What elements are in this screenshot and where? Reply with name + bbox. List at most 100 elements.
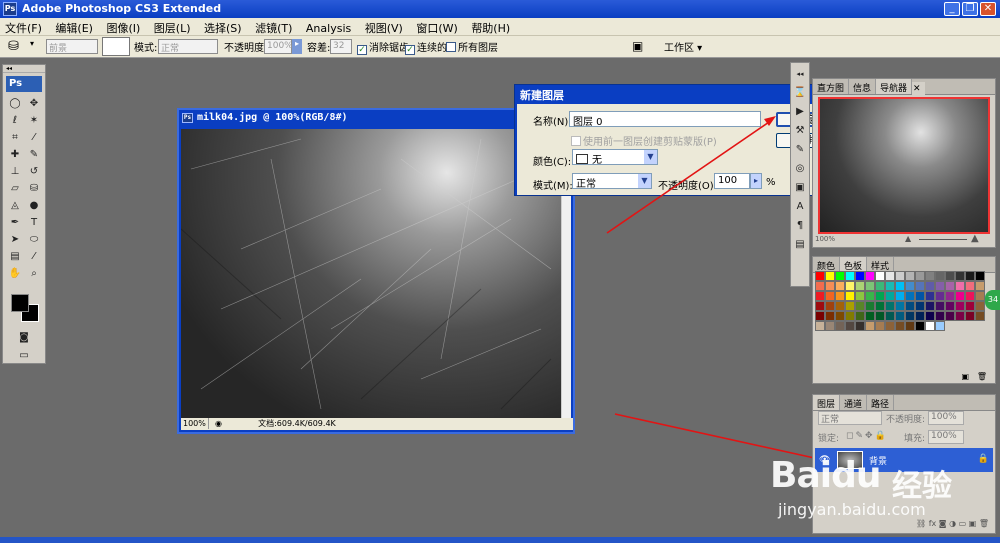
- color-swatch[interactable]: [815, 271, 825, 281]
- notes-icon[interactable]: ▤: [792, 237, 808, 253]
- color-swatch[interactable]: [965, 311, 975, 321]
- history-icon[interactable]: ⌛: [792, 85, 808, 101]
- color-swatch[interactable]: [935, 321, 945, 331]
- color-swatch[interactable]: [815, 321, 825, 331]
- tab-histogram[interactable]: 直方图: [813, 79, 850, 94]
- color-swatch[interactable]: [975, 271, 985, 281]
- actions-icon[interactable]: ▶: [792, 104, 808, 120]
- color-swatch[interactable]: [845, 291, 855, 301]
- color-swatch[interactable]: [885, 291, 895, 301]
- color-swatch[interactable]: [875, 291, 885, 301]
- color-swatch[interactable]: [815, 281, 825, 291]
- color-swatch[interactable]: [865, 311, 875, 321]
- color-swatch[interactable]: [835, 321, 845, 331]
- color-swatch[interactable]: [845, 281, 855, 291]
- color-swatch[interactable]: [945, 311, 955, 321]
- tab-channels[interactable]: 通道: [840, 395, 868, 410]
- color-swatch[interactable]: [875, 271, 885, 281]
- color-swatch[interactable]: [935, 281, 945, 291]
- color-swatch[interactable]: [925, 321, 935, 331]
- color-swatch[interactable]: [955, 291, 965, 301]
- zoom-out-icon[interactable]: ▲: [905, 234, 911, 243]
- color-swatch[interactable]: [825, 321, 835, 331]
- blend-mode-select[interactable]: 正常: [818, 411, 882, 425]
- color-swatch[interactable]: [895, 311, 905, 321]
- color-swatch[interactable]: [855, 291, 865, 301]
- navigator-thumbnail[interactable]: [818, 97, 990, 234]
- color-swatch[interactable]: [815, 301, 825, 311]
- color-swatch[interactable]: [955, 271, 965, 281]
- tab-styles[interactable]: 样式: [867, 257, 895, 272]
- color-swatch[interactable]: [865, 271, 875, 281]
- color-swatch[interactable]: [935, 301, 945, 311]
- color-swatch[interactable]: [965, 301, 975, 311]
- color-swatch[interactable]: [945, 301, 955, 311]
- color-swatch[interactable]: [835, 281, 845, 291]
- color-swatch[interactable]: [965, 281, 975, 291]
- color-swatch[interactable]: [855, 321, 865, 331]
- side-badge[interactable]: 34: [985, 290, 1000, 310]
- color-swatch[interactable]: [835, 301, 845, 311]
- paragraph-icon[interactable]: ¶: [792, 218, 808, 234]
- color-swatch[interactable]: [835, 291, 845, 301]
- color-swatch[interactable]: [955, 281, 965, 291]
- color-swatch[interactable]: [925, 281, 935, 291]
- color-swatch[interactable]: [845, 321, 855, 331]
- color-swatch[interactable]: [825, 311, 835, 321]
- color-swatch[interactable]: [955, 301, 965, 311]
- color-swatch[interactable]: [825, 281, 835, 291]
- color-swatch[interactable]: [865, 281, 875, 291]
- tool-presets-icon[interactable]: ⚒: [792, 123, 808, 139]
- color-swatch[interactable]: [935, 291, 945, 301]
- layer-opacity-input[interactable]: 100%: [928, 411, 964, 425]
- close-icon[interactable]: ✕: [912, 82, 925, 97]
- color-swatch[interactable]: [885, 271, 895, 281]
- color-swatch[interactable]: [865, 301, 875, 311]
- fill-input[interactable]: 100%: [928, 430, 964, 444]
- color-swatch[interactable]: [945, 281, 955, 291]
- color-swatch[interactable]: [885, 311, 895, 321]
- lock-icons[interactable]: ◻✎✥🔒: [846, 431, 888, 441]
- layer-comps-icon[interactable]: ▣: [792, 180, 808, 196]
- color-swatch[interactable]: [935, 311, 945, 321]
- color-swatch[interactable]: [975, 281, 985, 291]
- character-icon[interactable]: A: [792, 199, 808, 215]
- tab-swatches[interactable]: 色板: [840, 257, 868, 272]
- color-swatch[interactable]: [975, 291, 985, 301]
- color-swatch[interactable]: [875, 321, 885, 331]
- tab-info[interactable]: 信息: [849, 79, 877, 94]
- color-swatch[interactable]: [915, 311, 925, 321]
- tab-color[interactable]: 颜色: [813, 257, 841, 272]
- color-swatch[interactable]: [905, 271, 915, 281]
- color-swatch[interactable]: [895, 321, 905, 331]
- color-swatch[interactable]: [925, 271, 935, 281]
- color-swatch[interactable]: [865, 321, 875, 331]
- color-swatch[interactable]: [905, 281, 915, 291]
- color-swatch[interactable]: [925, 301, 935, 311]
- color-swatch[interactable]: [895, 301, 905, 311]
- color-swatch[interactable]: [915, 301, 925, 311]
- color-swatch[interactable]: [905, 311, 915, 321]
- color-swatch[interactable]: [855, 301, 865, 311]
- color-swatch[interactable]: [855, 281, 865, 291]
- color-swatch[interactable]: [925, 311, 935, 321]
- color-swatch[interactable]: [855, 271, 865, 281]
- dock-grip-icon[interactable]: ◂◂: [792, 66, 808, 82]
- color-swatch[interactable]: [865, 291, 875, 301]
- color-swatch[interactable]: [945, 271, 955, 281]
- zoom-in-icon[interactable]: ▲: [971, 233, 979, 244]
- color-swatch[interactable]: [895, 291, 905, 301]
- tab-paths[interactable]: 路径: [867, 395, 895, 410]
- color-swatch[interactable]: [825, 271, 835, 281]
- color-swatch[interactable]: [885, 321, 895, 331]
- color-swatch[interactable]: [965, 291, 975, 301]
- color-swatch[interactable]: [925, 291, 935, 301]
- delete-swatch-icon[interactable]: 🗑: [977, 372, 987, 381]
- color-swatch[interactable]: [885, 281, 895, 291]
- clone-source-icon[interactable]: ◎: [792, 161, 808, 177]
- color-swatch[interactable]: [955, 311, 965, 321]
- color-swatch[interactable]: [975, 301, 985, 311]
- color-swatch[interactable]: [905, 301, 915, 311]
- color-swatch[interactable]: [835, 271, 845, 281]
- color-swatch[interactable]: [825, 291, 835, 301]
